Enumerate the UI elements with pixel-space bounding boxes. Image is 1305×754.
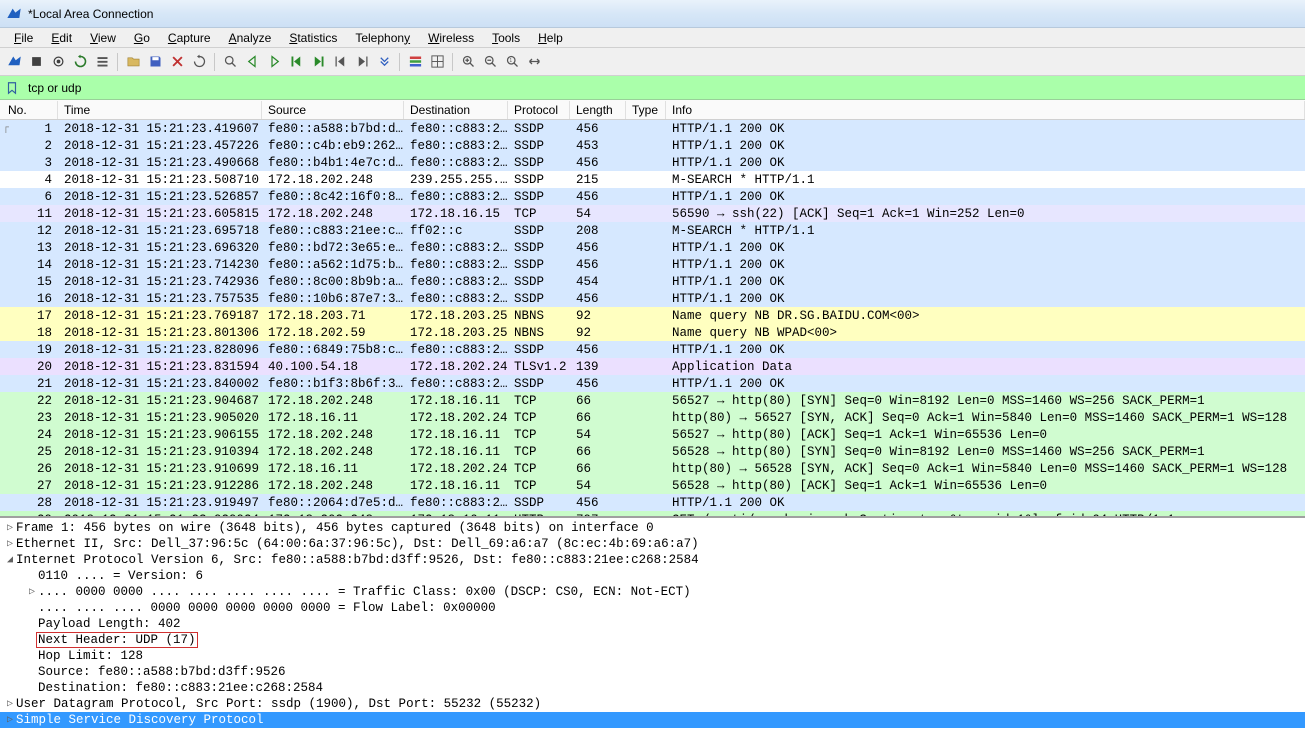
zoom-out-icon[interactable] xyxy=(480,52,500,72)
col-header-type[interactable]: Type xyxy=(626,101,666,119)
open-icon[interactable] xyxy=(123,52,143,72)
detail-ssdp[interactable]: ▷Simple Service Discovery Protocol xyxy=(0,712,1305,728)
detail-ipv6[interactable]: ◢Internet Protocol Version 6, Src: fe80:… xyxy=(0,552,1305,568)
detail-payload-length[interactable]: Payload Length: 402 xyxy=(0,616,1305,632)
go-last-icon[interactable] xyxy=(352,52,372,72)
jump-prev-icon[interactable] xyxy=(286,52,306,72)
app-icon xyxy=(6,6,22,22)
reload-icon[interactable] xyxy=(189,52,209,72)
detail-next-header[interactable]: Next Header: UDP (17) xyxy=(0,632,1305,648)
detail-dest-addr[interactable]: Destination: fe80::c883:21ee:c268:2584 xyxy=(0,680,1305,696)
packet-row[interactable]: 292018-12-31 15:21:23.929924172.18.202.2… xyxy=(0,511,1305,518)
toolbar: 1 xyxy=(0,48,1305,76)
menu-item-8[interactable]: Wireless xyxy=(420,29,482,47)
menu-item-2[interactable]: View xyxy=(82,29,124,47)
packet-row[interactable]: 232018-12-31 15:21:23.905020172.18.16.11… xyxy=(0,409,1305,426)
packet-row[interactable]: 212018-12-31 15:21:23.840002fe80::b1f3:8… xyxy=(0,375,1305,392)
toolbar-separator xyxy=(399,53,400,71)
packet-list-header: No. Time Source Destination Protocol Len… xyxy=(0,100,1305,120)
window-title: *Local Area Connection xyxy=(28,7,153,21)
menu-item-1[interactable]: Edit xyxy=(43,29,80,47)
col-header-source[interactable]: Source xyxy=(262,101,404,119)
packet-row[interactable]: 182018-12-31 15:21:23.801306172.18.202.5… xyxy=(0,324,1305,341)
menu-item-6[interactable]: Statistics xyxy=(281,29,345,47)
col-header-proto[interactable]: Protocol xyxy=(508,101,570,119)
packet-details[interactable]: ▷Frame 1: 456 bytes on wire (3648 bits),… xyxy=(0,518,1305,754)
detail-udp[interactable]: ▷User Datagram Protocol, Src Port: ssdp … xyxy=(0,696,1305,712)
find-icon[interactable] xyxy=(220,52,240,72)
col-header-info[interactable]: Info xyxy=(666,101,1305,119)
col-header-no[interactable]: No. xyxy=(0,101,58,119)
detail-hop-limit[interactable]: Hop Limit: 128 xyxy=(0,648,1305,664)
detail-flow-label[interactable]: .... .... .... 0000 0000 0000 0000 0000 … xyxy=(0,600,1305,616)
col-header-dest[interactable]: Destination xyxy=(404,101,508,119)
stop-icon[interactable] xyxy=(26,52,46,72)
packet-row[interactable]: 142018-12-31 15:21:23.714230fe80::a562:1… xyxy=(0,256,1305,273)
auto-scroll-icon[interactable] xyxy=(374,52,394,72)
packet-row[interactable]: 132018-12-31 15:21:23.696320fe80::bd72:3… xyxy=(0,239,1305,256)
menu-item-5[interactable]: Analyze xyxy=(221,29,280,47)
packet-list[interactable]: No. Time Source Destination Protocol Len… xyxy=(0,100,1305,518)
packet-row[interactable]: 152018-12-31 15:21:23.742936fe80::8c00:8… xyxy=(0,273,1305,290)
detail-traffic-class[interactable]: ▷.... 0000 0000 .... .... .... .... ....… xyxy=(0,584,1305,600)
prev-icon[interactable] xyxy=(242,52,262,72)
menu-item-4[interactable]: Capture xyxy=(160,29,219,47)
display-filter-bar xyxy=(0,76,1305,100)
menu-bar: FileEditViewGoCaptureAnalyzeStatisticsTe… xyxy=(0,28,1305,48)
menu-item-0[interactable]: File xyxy=(6,29,41,47)
packet-row[interactable]: ┌12018-12-31 15:21:23.419607fe80::a588:b… xyxy=(0,120,1305,137)
menu-item-3[interactable]: Go xyxy=(126,29,158,47)
zoom-reset-icon[interactable]: 1 xyxy=(502,52,522,72)
menu-item-10[interactable]: Help xyxy=(530,29,571,47)
packet-row[interactable]: 42018-12-31 15:21:23.508710172.18.202.24… xyxy=(0,171,1305,188)
packet-row[interactable]: 202018-12-31 15:21:23.83159440.100.54.18… xyxy=(0,358,1305,375)
record-icon[interactable] xyxy=(48,52,68,72)
display-filter-input[interactable] xyxy=(24,79,1301,97)
toolbar-separator xyxy=(214,53,215,71)
packet-row[interactable]: 172018-12-31 15:21:23.769187172.18.203.7… xyxy=(0,307,1305,324)
svg-text:1: 1 xyxy=(509,58,512,64)
toolbar-separator xyxy=(117,53,118,71)
col-header-length[interactable]: Length xyxy=(570,101,626,119)
jump-next-icon[interactable] xyxy=(308,52,328,72)
restart-icon[interactable] xyxy=(70,52,90,72)
packet-row[interactable]: 272018-12-31 15:21:23.912286172.18.202.2… xyxy=(0,477,1305,494)
packet-row[interactable]: 62018-12-31 15:21:23.526857fe80::8c42:16… xyxy=(0,188,1305,205)
packet-row[interactable]: 262018-12-31 15:21:23.910699172.18.16.11… xyxy=(0,460,1305,477)
bookmark-icon[interactable] xyxy=(4,80,20,96)
shark-icon[interactable] xyxy=(4,52,24,72)
detail-version[interactable]: 0110 .... = Version: 6 xyxy=(0,568,1305,584)
packet-row[interactable]: 252018-12-31 15:21:23.910394172.18.202.2… xyxy=(0,443,1305,460)
options-icon[interactable] xyxy=(92,52,112,72)
detail-source-addr[interactable]: Source: fe80::a588:b7bd:d3ff:9526 xyxy=(0,664,1305,680)
close-icon[interactable] xyxy=(167,52,187,72)
resize-icon[interactable] xyxy=(524,52,544,72)
packet-row[interactable]: 242018-12-31 15:21:23.906155172.18.202.2… xyxy=(0,426,1305,443)
packet-row[interactable]: 282018-12-31 15:21:23.919497fe80::2064:d… xyxy=(0,494,1305,511)
layout-icon[interactable] xyxy=(427,52,447,72)
detail-eth[interactable]: ▷Ethernet II, Src: Dell_37:96:5c (64:00:… xyxy=(0,536,1305,552)
packet-row[interactable]: 122018-12-31 15:21:23.695718fe80::c883:2… xyxy=(0,222,1305,239)
packet-row[interactable]: 162018-12-31 15:21:23.757535fe80::10b6:8… xyxy=(0,290,1305,307)
go-first-icon[interactable] xyxy=(330,52,350,72)
packet-row[interactable]: 222018-12-31 15:21:23.904687172.18.202.2… xyxy=(0,392,1305,409)
col-header-time[interactable]: Time xyxy=(58,101,262,119)
toolbar-separator xyxy=(452,53,453,71)
title-bar: *Local Area Connection xyxy=(0,0,1305,28)
packet-row[interactable]: 32018-12-31 15:21:23.490668fe80::b4b1:4e… xyxy=(0,154,1305,171)
packet-row[interactable]: 112018-12-31 15:21:23.605815172.18.202.2… xyxy=(0,205,1305,222)
zoom-in-icon[interactable] xyxy=(458,52,478,72)
packet-row[interactable]: 192018-12-31 15:21:23.828096fe80::6849:7… xyxy=(0,341,1305,358)
next-icon[interactable] xyxy=(264,52,284,72)
detail-frame[interactable]: ▷Frame 1: 456 bytes on wire (3648 bits),… xyxy=(0,520,1305,536)
menu-item-7[interactable]: Telephony xyxy=(347,29,418,47)
colorize-icon[interactable] xyxy=(405,52,425,72)
packet-row[interactable]: 22018-12-31 15:21:23.457226fe80::c4b:eb9… xyxy=(0,137,1305,154)
save-icon[interactable] xyxy=(145,52,165,72)
menu-item-9[interactable]: Tools xyxy=(484,29,528,47)
